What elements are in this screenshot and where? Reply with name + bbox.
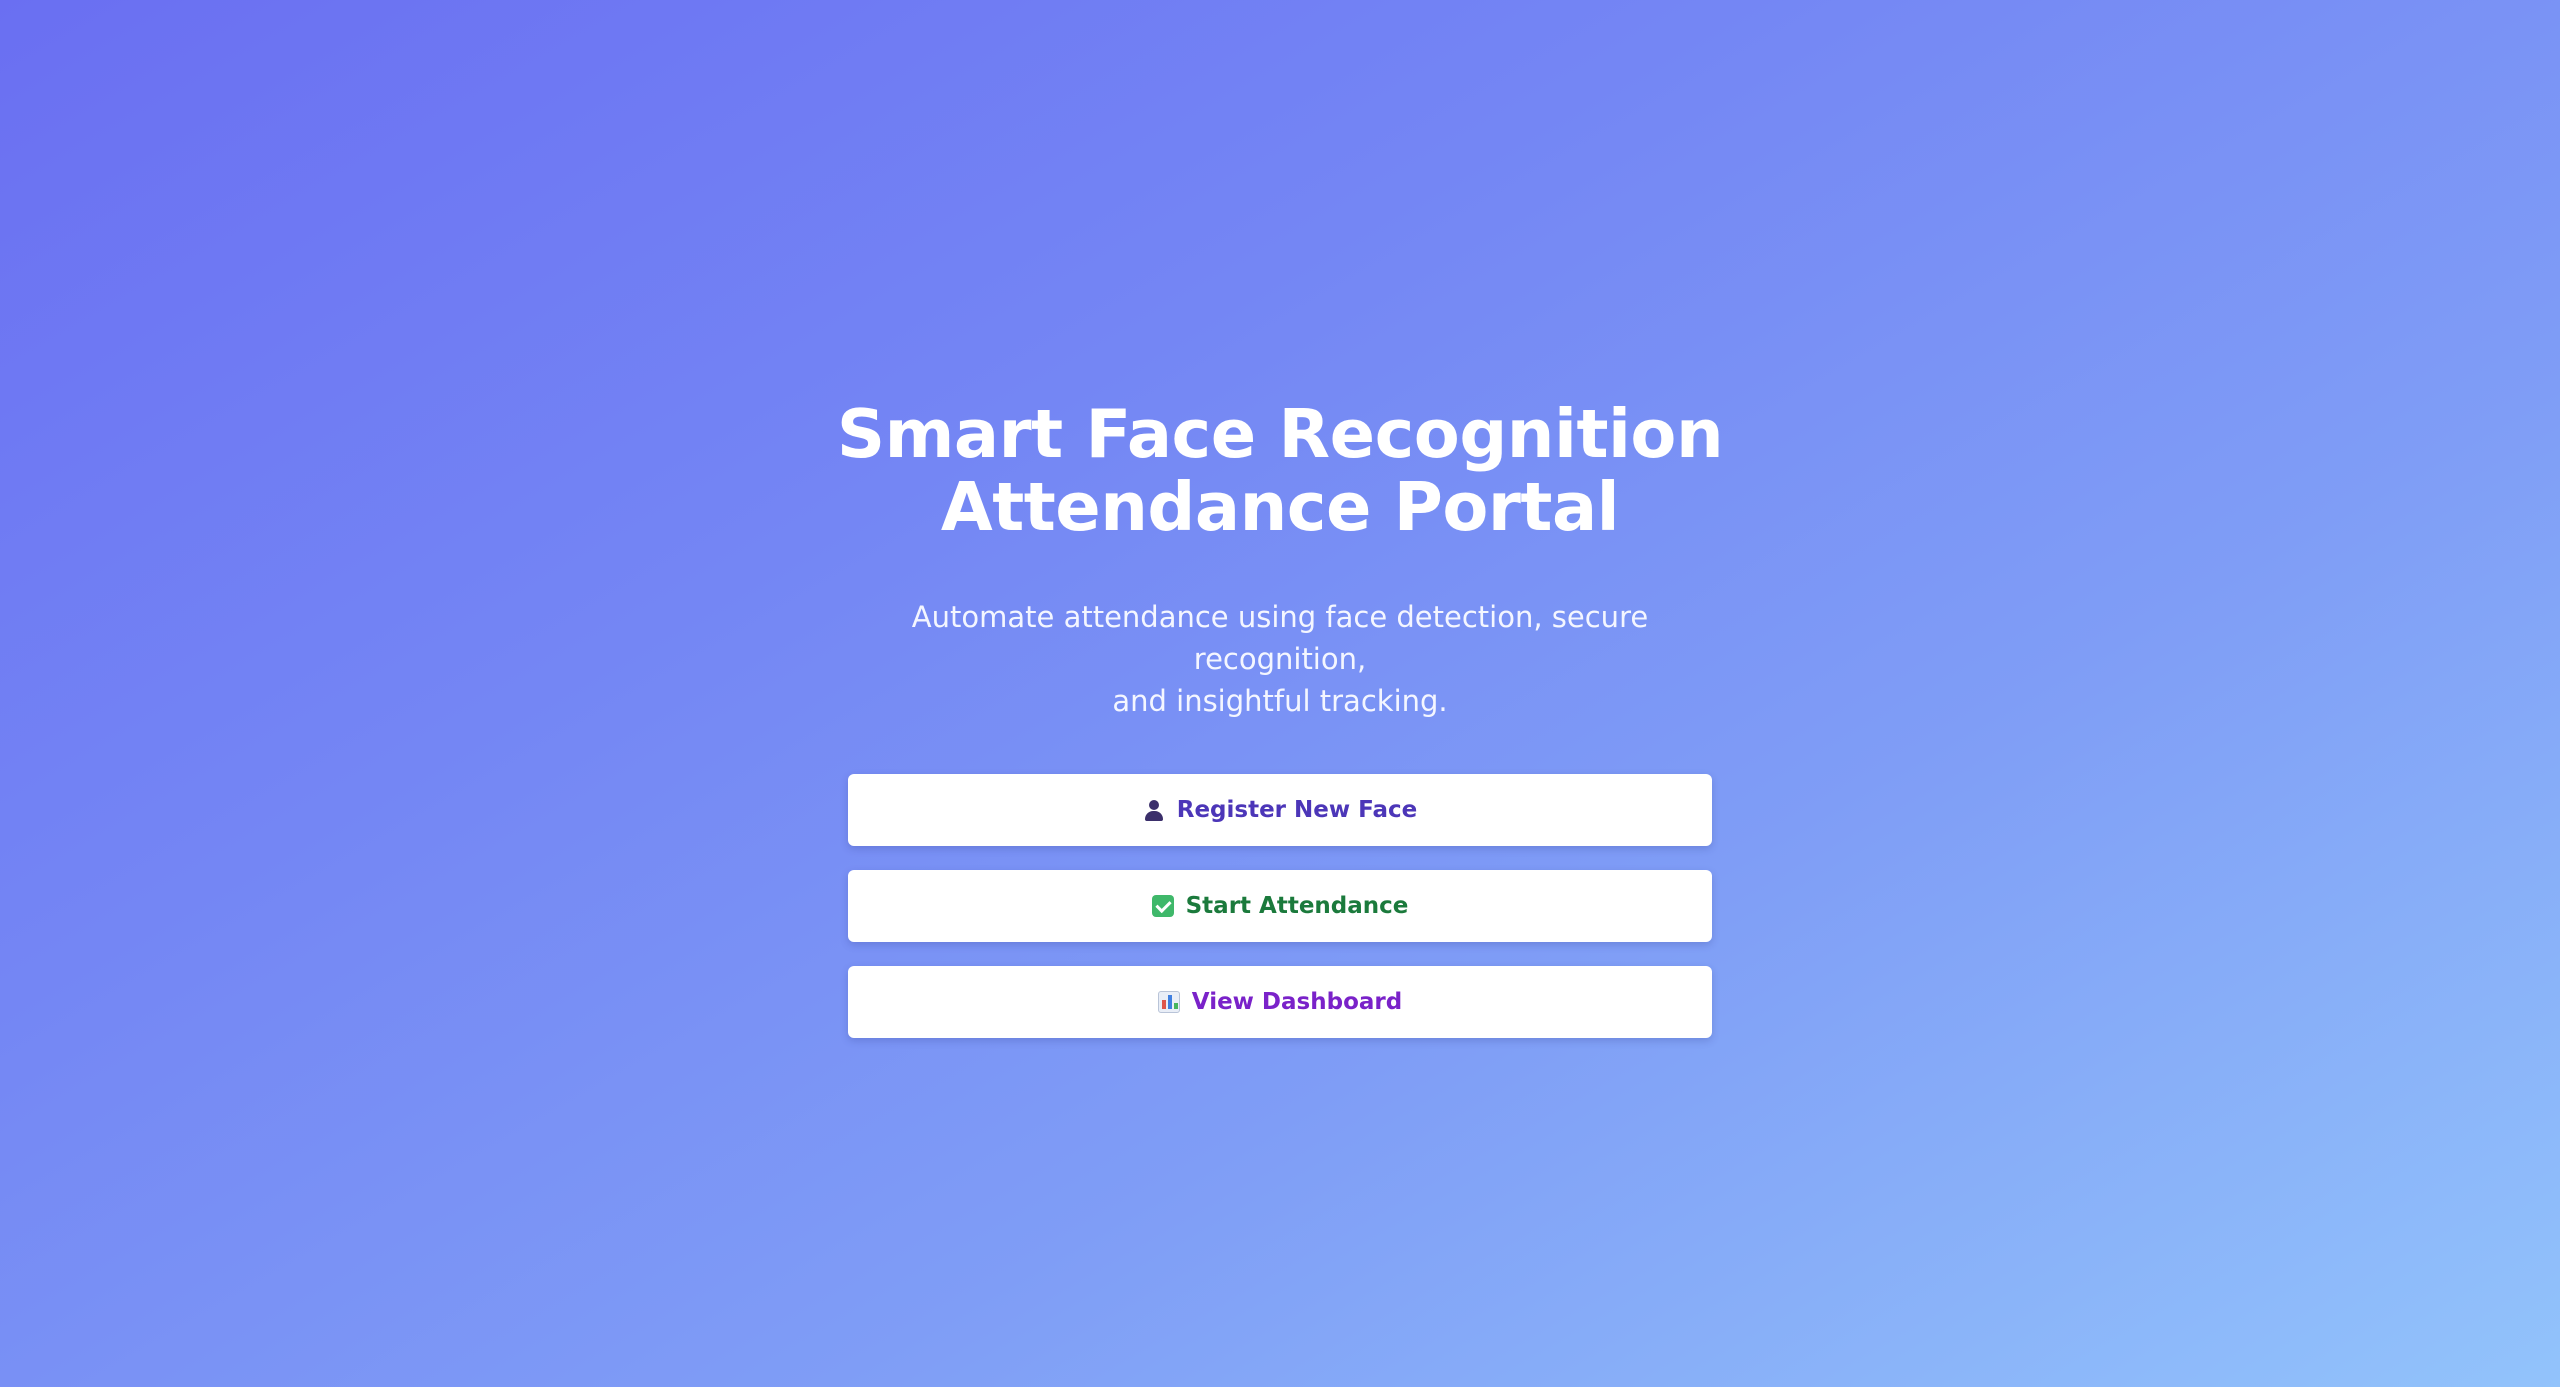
page-title: Smart Face Recognition Attendance Portal [780,398,1780,544]
start-attendance-button[interactable]: Start Attendance [848,870,1712,942]
person-icon [1143,799,1165,821]
hero-section: Smart Face Recognition Attendance Portal… [0,0,2560,1387]
subtitle-line-1: Automate attendance using face detection… [911,600,1649,676]
page-subtitle: Automate attendance using face detection… [850,596,1710,722]
title-line-1: Smart Face Recognition [836,395,1724,473]
view-dashboard-button[interactable]: View Dashboard [848,966,1712,1038]
start-attendance-label: Start Attendance [1185,893,1409,919]
register-new-face-button[interactable]: Register New Face [848,774,1712,846]
title-line-2: Attendance Portal [940,468,1620,546]
bar-chart-icon [1157,991,1180,1013]
action-buttons: Register New Face Start Attendance View … [848,774,1712,1038]
check-icon [1151,895,1174,917]
view-dashboard-label: View Dashboard [1191,989,1403,1015]
register-new-face-label: Register New Face [1176,797,1418,823]
subtitle-line-2: and insightful tracking. [1112,684,1448,718]
